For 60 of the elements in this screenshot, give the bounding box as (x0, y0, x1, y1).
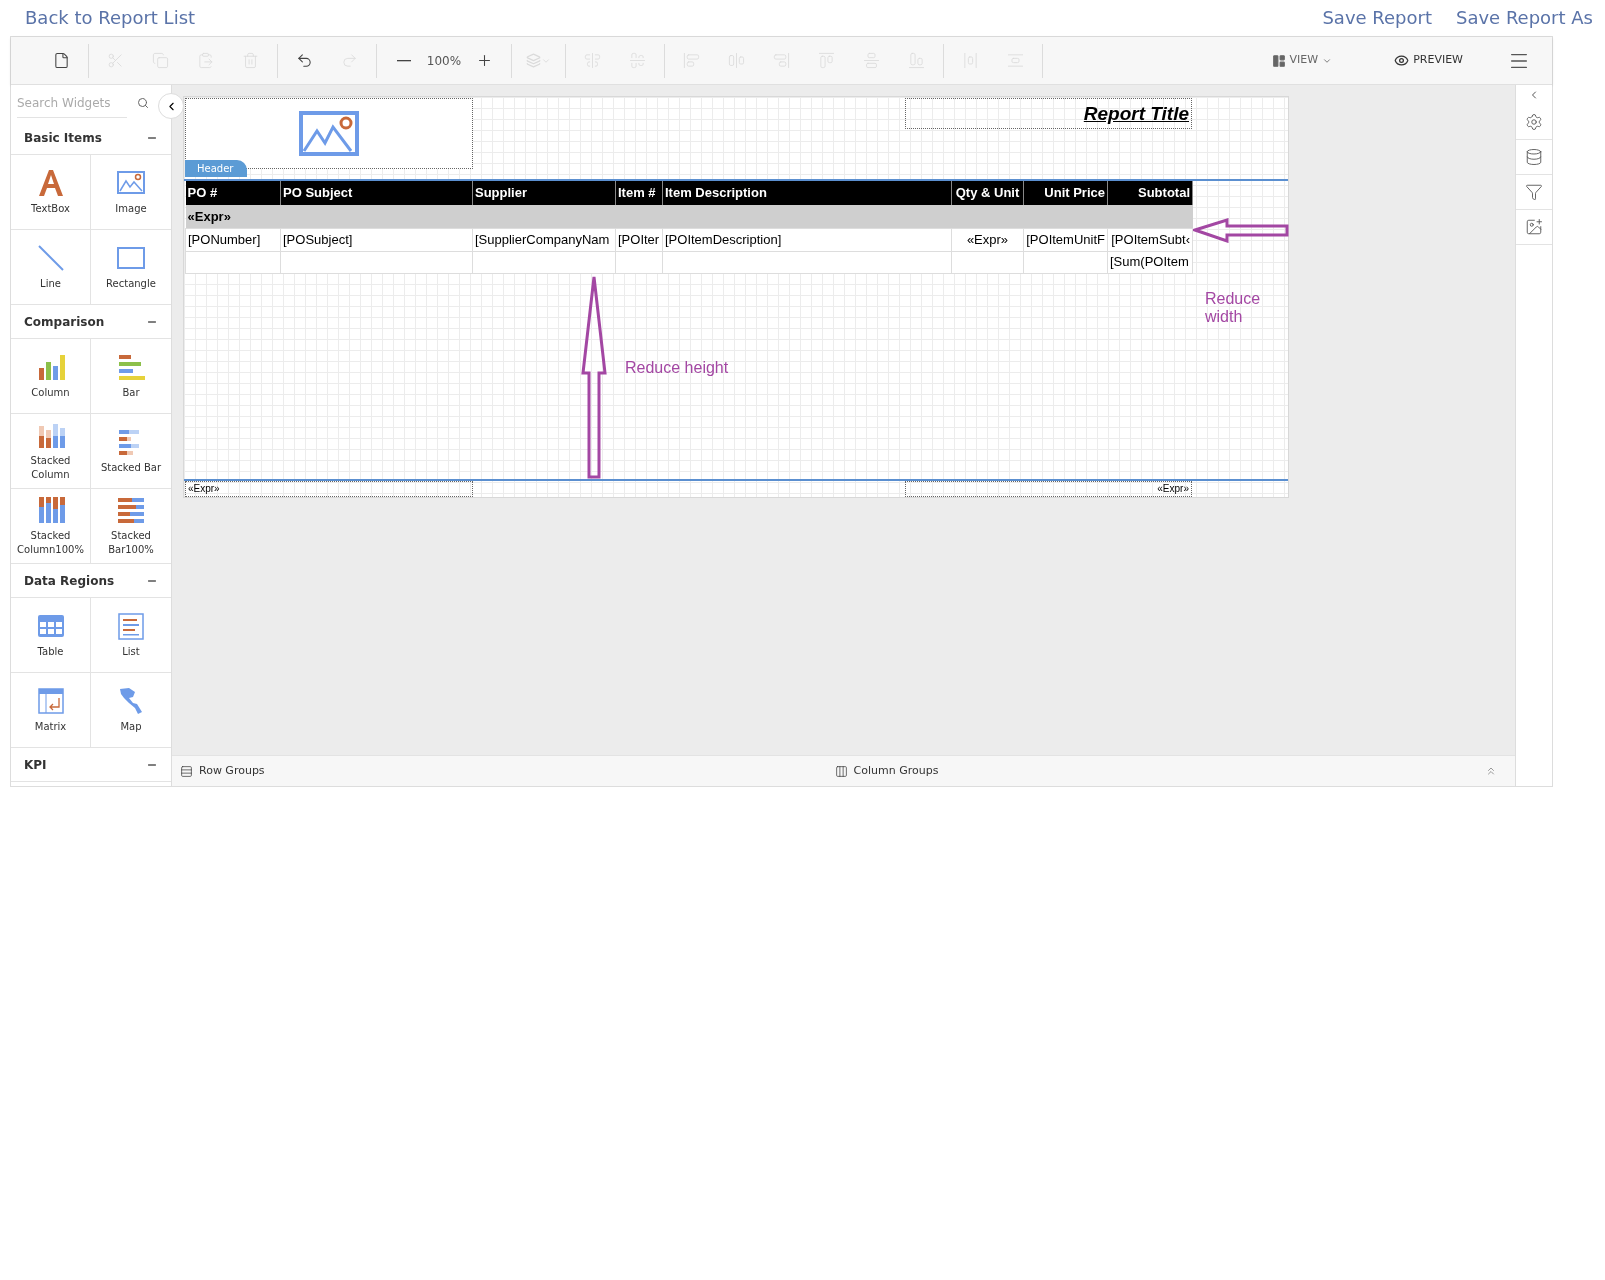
section-title: Basic Items (24, 129, 102, 147)
section-header[interactable]: Basic Items (11, 121, 171, 155)
preview-button[interactable]: PREVIEW (1394, 52, 1463, 69)
widget-tile[interactable]: Matrix (11, 673, 91, 748)
layers-icon (526, 53, 541, 68)
stacked-bar-icon (115, 495, 147, 525)
chevrons-up-icon[interactable] (1485, 765, 1497, 777)
footer-textbox[interactable]: «Expr» (185, 481, 473, 497)
widget-tile[interactable]: Stacked Column100% (11, 489, 91, 564)
zoom-level: 100% (426, 52, 462, 70)
eye-icon (1394, 53, 1410, 68)
image-icon (1525, 218, 1543, 236)
action-link[interactable]: Save Report (1322, 3, 1432, 31)
footer-textbox[interactable]: «Expr» (905, 481, 1192, 497)
column-groups-button[interactable]: Column Groups (834, 762, 939, 780)
filter-icon (1525, 183, 1543, 201)
table-cell: [POItemSubt‹ (1107, 228, 1193, 251)
section-header[interactable]: KPI (11, 748, 171, 782)
section-title: Data Regions (24, 572, 115, 590)
group-row: «Expr» (185, 205, 1193, 228)
annotation-text: Reduce width (1205, 290, 1262, 326)
search-field[interactable]: Search Widgets (17, 88, 127, 118)
widget-tile[interactable]: Stacked Bar100% (91, 489, 171, 564)
table-cell: «Expr» (951, 228, 1024, 251)
image-icon (299, 111, 359, 156)
gear-icon (1525, 113, 1543, 131)
list-icon (115, 611, 147, 641)
report-title: Report Title (905, 98, 1192, 129)
widget-tile[interactable]: Stacked Column (11, 414, 91, 489)
table-cell: [PONumber] (185, 228, 281, 251)
table-cell: [POSubject] (280, 228, 473, 251)
view-button[interactable]: VIEW (1271, 52, 1333, 69)
table-cell: [POIter (615, 228, 663, 251)
columns-icon (834, 764, 848, 778)
widget-tile[interactable]: Column (11, 339, 91, 414)
rows-icon (180, 764, 193, 778)
widget-tile[interactable]: Stacked Bar (91, 414, 171, 489)
section-title: Comparison (24, 313, 105, 331)
widget-tile[interactable]: TextBox (11, 155, 91, 230)
table-cell: [POItemDescription] (662, 228, 952, 251)
database-icon (1525, 148, 1543, 166)
section-header[interactable]: Data Regions (11, 564, 171, 598)
annotation-text: Reduce height (625, 358, 729, 378)
table-cell: [Sum(POItem (1107, 251, 1193, 273)
table-cell: [POItemUnitF (1023, 228, 1108, 251)
search-icon (137, 97, 149, 109)
back-link[interactable]: Back to Report List (25, 3, 196, 31)
widget-tile[interactable]: Rectangle (91, 230, 171, 305)
widget-tile[interactable]: List (91, 598, 171, 673)
widget-tile[interactable]: Line (11, 230, 91, 305)
widget-tile[interactable]: Table (11, 598, 91, 673)
section-title: KPI (24, 756, 47, 774)
row-groups-button[interactable]: Row Groups (180, 762, 265, 780)
table-cell: [SupplierCompanyNam (472, 228, 616, 251)
widget-tile[interactable]: Bar (91, 339, 171, 414)
widget-tile[interactable]: Map (91, 673, 171, 748)
widget-tile[interactable]: Image (91, 155, 171, 230)
section-header[interactable]: Comparison (11, 305, 171, 339)
layout-icon (1271, 53, 1286, 68)
action-link[interactable]: Save Report As (1456, 3, 1593, 31)
